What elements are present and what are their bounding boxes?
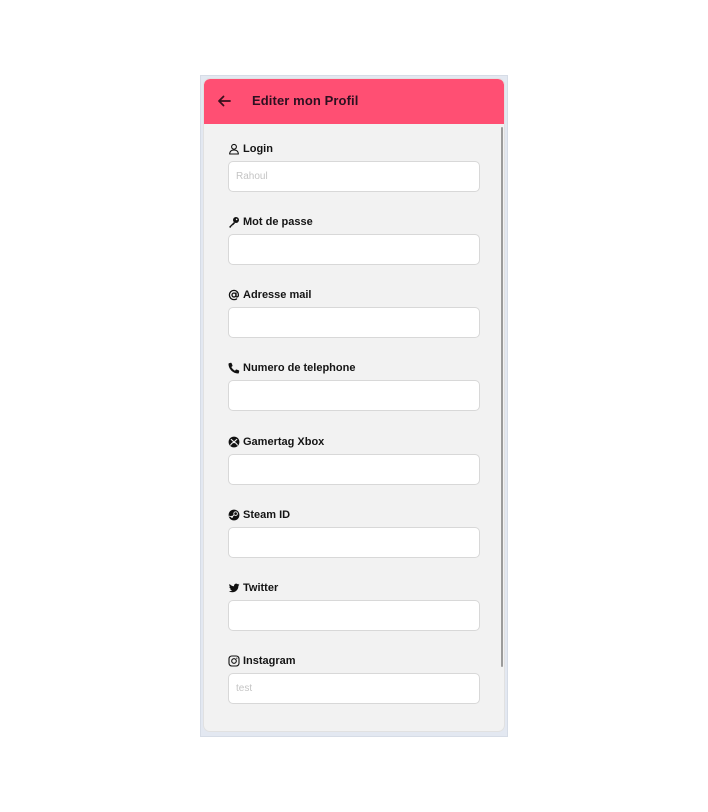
field-email-label: Adresse mail bbox=[228, 288, 480, 302]
field-password-text: Mot de passe bbox=[243, 216, 313, 228]
xbox-gamertag-input[interactable] bbox=[228, 454, 480, 485]
profile-edit-card: Editer mon Profil Login Mot de passe bbox=[204, 79, 504, 731]
field-steam: Steam ID bbox=[228, 508, 480, 558]
field-phone: Numero de telephone bbox=[228, 361, 480, 411]
field-login-text: Login bbox=[243, 143, 273, 155]
twitter-icon bbox=[228, 582, 240, 594]
field-xbox-text: Gamertag Xbox bbox=[243, 436, 325, 448]
field-password: Mot de passe bbox=[228, 215, 480, 265]
arrow-left-icon bbox=[214, 91, 234, 111]
field-password-label: Mot de passe bbox=[228, 215, 480, 229]
field-login-label: Login bbox=[228, 142, 480, 156]
field-phone-label: Numero de telephone bbox=[228, 361, 480, 375]
instagram-icon bbox=[228, 655, 240, 667]
password-input[interactable] bbox=[228, 234, 480, 265]
login-input[interactable] bbox=[228, 161, 480, 192]
page-title: Editer mon Profil bbox=[252, 93, 359, 108]
app-header: Editer mon Profil bbox=[204, 79, 504, 124]
field-twitter: Twitter bbox=[228, 581, 480, 631]
phone-icon bbox=[228, 362, 240, 374]
phone-input[interactable] bbox=[228, 380, 480, 411]
field-instagram-text: Instagram bbox=[243, 655, 296, 667]
field-twitter-label: Twitter bbox=[228, 581, 480, 595]
field-xbox: Gamertag Xbox bbox=[228, 435, 480, 485]
device-frame: Editer mon Profil Login Mot de passe bbox=[200, 75, 508, 737]
email-input[interactable] bbox=[228, 307, 480, 338]
instagram-input[interactable] bbox=[228, 673, 480, 704]
field-email-text: Adresse mail bbox=[243, 289, 312, 301]
field-instagram-label: Instagram bbox=[228, 654, 480, 668]
steam-id-input[interactable] bbox=[228, 527, 480, 558]
key-icon bbox=[228, 216, 240, 228]
twitter-input[interactable] bbox=[228, 600, 480, 631]
field-email: Adresse mail bbox=[228, 288, 480, 338]
field-xbox-label: Gamertag Xbox bbox=[228, 435, 480, 449]
steam-icon bbox=[228, 509, 240, 521]
xbox-icon bbox=[228, 436, 240, 448]
field-steam-label: Steam ID bbox=[228, 508, 480, 522]
field-instagram: Instagram bbox=[228, 654, 480, 704]
field-login: Login bbox=[228, 142, 480, 192]
field-twitter-text: Twitter bbox=[243, 582, 279, 594]
at-icon bbox=[228, 289, 240, 301]
back-button[interactable] bbox=[214, 91, 234, 111]
field-steam-text: Steam ID bbox=[243, 509, 291, 521]
field-phone-text: Numero de telephone bbox=[243, 362, 356, 374]
scrollbar-thumb[interactable] bbox=[501, 127, 503, 667]
user-icon bbox=[228, 143, 240, 155]
